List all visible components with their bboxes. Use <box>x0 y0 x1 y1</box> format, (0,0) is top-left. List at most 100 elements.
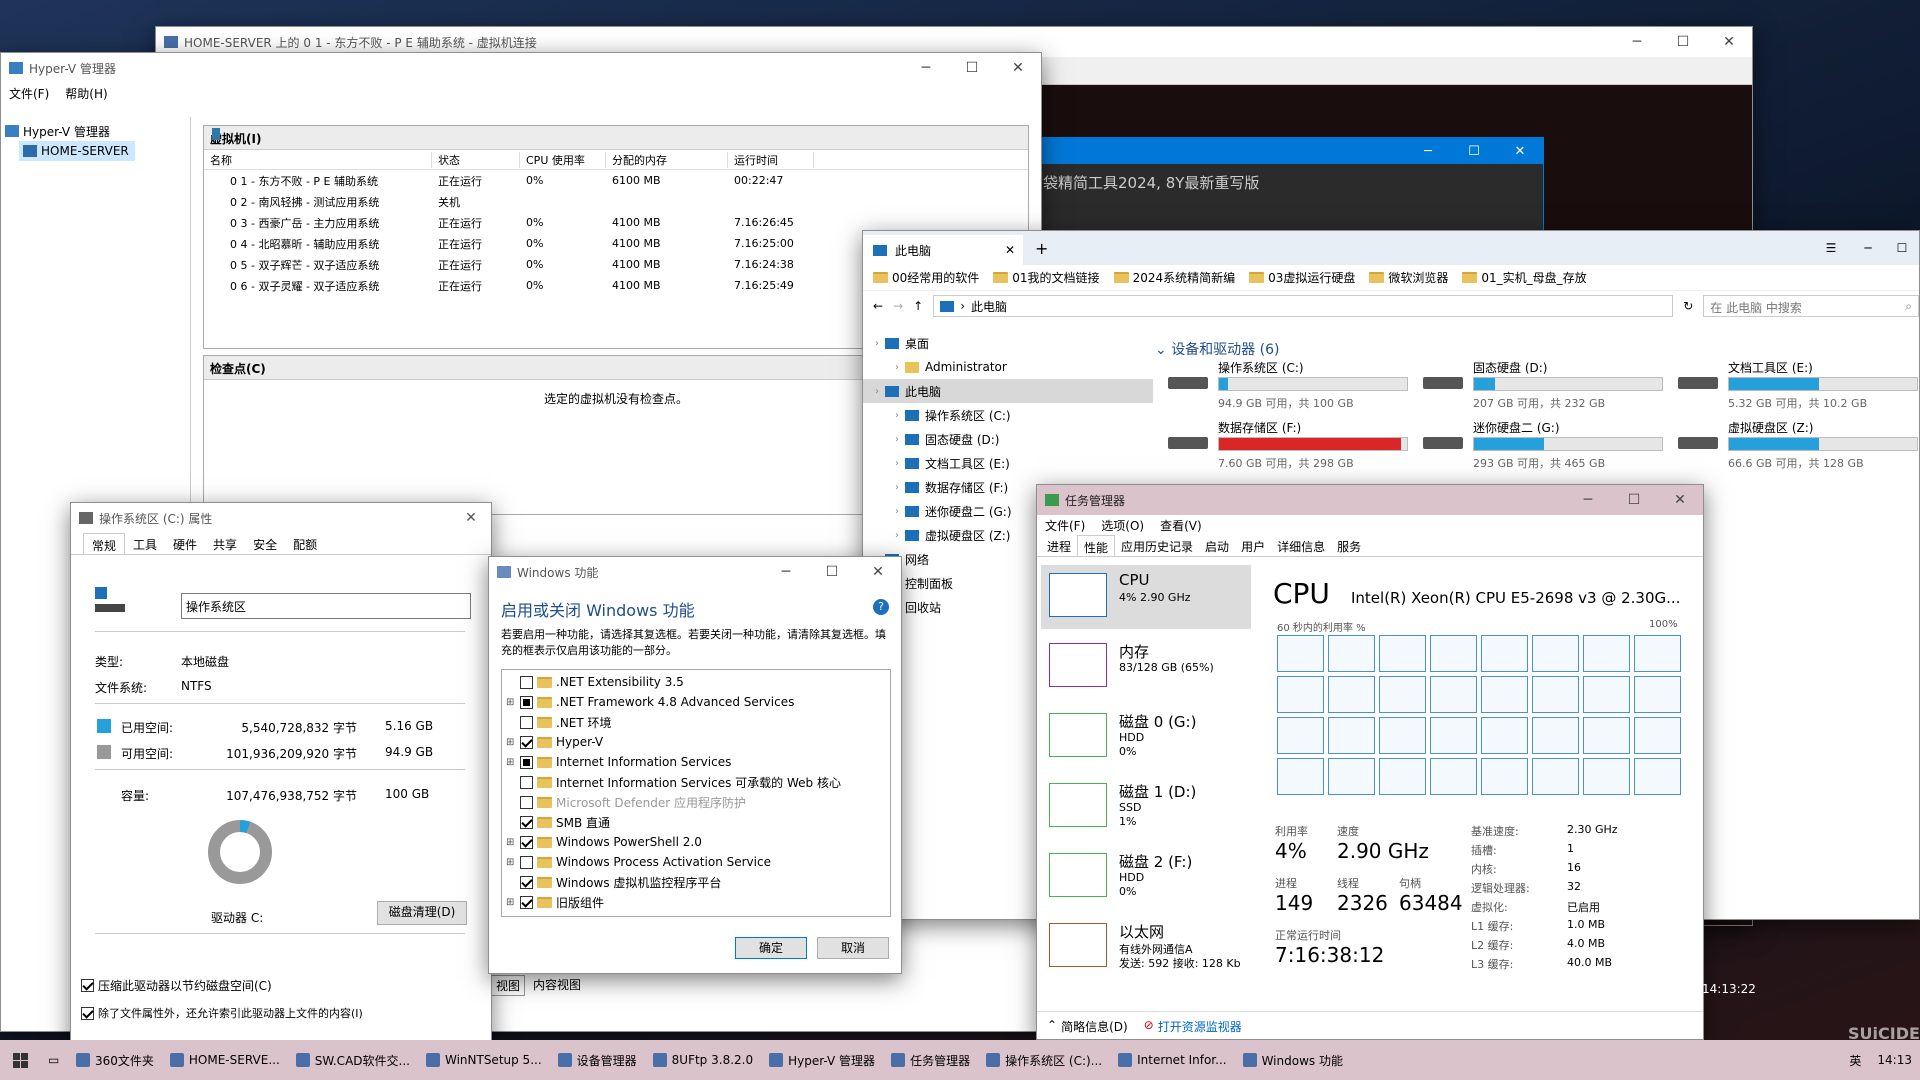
compress-option[interactable]: 压缩此驱动器以节约磁盘空间(C) <box>81 977 272 994</box>
nav-tree-item[interactable]: › 操作系统区 (C:) <box>863 403 1153 427</box>
perf-side-item[interactable]: 磁盘 1 (D:) SSD 1% <box>1041 775 1251 839</box>
cancel-button[interactable]: 取消 <box>817 937 889 959</box>
feature-checkbox[interactable] <box>520 835 533 849</box>
nav-tree-item[interactable]: › Administrator <box>863 355 1153 379</box>
favorite-folder[interactable]: 2024系统精简新编 <box>1113 269 1235 286</box>
perf-side-item[interactable]: 磁盘 2 (F:) HDD 0% <box>1041 845 1251 909</box>
expand-icon[interactable]: ⊞ <box>506 737 516 748</box>
index-checkbox[interactable] <box>81 1006 94 1020</box>
props-tab[interactable]: 工具 <box>125 533 165 554</box>
content-view-tab[interactable]: 内容视图 <box>529 975 585 996</box>
close-icon[interactable]: ✕ <box>995 53 1041 83</box>
refresh-icon[interactable]: ↻ <box>1683 299 1693 313</box>
view-tab[interactable]: 视图 <box>491 975 526 996</box>
minimize-icon[interactable]: ─ <box>1614 27 1660 57</box>
close-icon[interactable]: ✕ <box>1497 144 1543 159</box>
taskbar-app[interactable]: HOME-SERVE... <box>162 1040 288 1080</box>
tree-server-item[interactable]: HOME-SERVER <box>19 141 135 161</box>
maximize-icon[interactable]: ☐ <box>1611 485 1657 515</box>
feature-checkbox[interactable] <box>520 715 533 729</box>
vm-row[interactable]: 0 2 - 南风轻拂 - 测试应用系统 关机 <box>204 128 1028 212</box>
props-tab[interactable]: 配额 <box>285 533 325 554</box>
col-state[interactable]: 状态 <box>432 151 520 168</box>
feature-item[interactable]: ⊞ Internet Information Services <box>502 752 890 772</box>
perf-side-item[interactable]: 以太网 有线外网通信A 发送: 592 接收: 128 Kb <box>1041 915 1251 979</box>
feature-checkbox[interactable] <box>520 895 533 909</box>
taskbar-app[interactable]: SW.CAD软件交... <box>288 1040 418 1080</box>
taskmgr-menu-item[interactable]: 查看(V) <box>1152 517 1210 534</box>
taskbar-clock[interactable]: 14:13 <box>1869 1040 1920 1080</box>
new-tab-icon[interactable]: + <box>1035 239 1048 258</box>
hyperv-menu-item[interactable]: 帮助(H) <box>57 85 115 102</box>
tree-root-item[interactable]: Hyper-V 管理器 <box>5 121 186 141</box>
back-icon[interactable]: ← <box>873 299 883 313</box>
expand-icon[interactable]: ⊞ <box>506 757 516 768</box>
taskmgr-menu-item[interactable]: 选项(O) <box>1093 517 1152 534</box>
nav-tree-item[interactable]: › 此电脑 <box>863 379 1153 403</box>
expand-icon[interactable]: ⊞ <box>506 697 516 708</box>
props-titlebar[interactable]: 操作系统区 (C:) 属性 ✕ <box>71 503 491 533</box>
close-icon[interactable]: ✕ <box>1657 485 1703 515</box>
maximize-icon[interactable]: ☐ <box>1885 241 1919 255</box>
maximize-icon[interactable]: ☐ <box>1660 27 1706 57</box>
feature-checkbox[interactable] <box>520 695 533 709</box>
feature-checkbox[interactable] <box>520 755 533 769</box>
close-icon[interactable]: ✕ <box>1706 27 1752 57</box>
feature-item[interactable]: ⊞ Windows Process Activation Service <box>502 852 890 872</box>
minimize-icon[interactable]: ─ <box>1565 485 1611 515</box>
drive-tile[interactable]: 固态硬盘 (D:) 207 GB 可用，共 232 GB <box>1423 359 1673 415</box>
hyperv-titlebar[interactable]: Hyper-V 管理器 ─ ☐ ✕ <box>1 53 1041 83</box>
taskbar-app[interactable]: 操作系统区 (C:)... <box>978 1040 1110 1080</box>
task-view-button[interactable]: ▭ <box>40 1040 68 1080</box>
taskbar-app[interactable]: Windows 功能 <box>1235 1040 1351 1080</box>
taskbar-app[interactable]: 360文件夹 <box>68 1040 162 1080</box>
taskmgr-titlebar[interactable]: 任务管理器 ─ ☐ ✕ <box>1037 485 1703 515</box>
search-box[interactable]: 在 此电脑 中搜索 ⌕ <box>1703 295 1919 317</box>
col-memory[interactable]: 分配的内存 <box>606 151 728 168</box>
taskbar-app[interactable]: 任务管理器 <box>883 1040 978 1080</box>
drive-tile[interactable]: 操作系统区 (C:) 94.9 GB 可用，共 100 GB <box>1168 359 1418 415</box>
feature-item[interactable]: ⊞ Hyper-V <box>502 732 890 752</box>
col-cpu[interactable]: CPU 使用率 <box>520 151 606 168</box>
favorite-folder[interactable]: 00经常用的软件 <box>873 269 979 286</box>
minimize-icon[interactable]: ─ <box>1851 241 1885 255</box>
feature-checkbox[interactable] <box>520 795 533 809</box>
drive-tile[interactable]: 迷你硬盘二 (G:) 293 GB 可用，共 465 GB <box>1423 419 1673 475</box>
disk-cleanup-button[interactable]: 磁盘清理(D) <box>377 901 467 925</box>
hyperv-menu-item[interactable]: 文件(F) <box>1 85 57 102</box>
minimize-icon[interactable]: ─ <box>763 557 809 587</box>
start-button[interactable] <box>0 1040 40 1080</box>
drive-tile[interactable]: 虚拟硬盘区 (Z:) 66.6 GB 可用，共 128 GB <box>1678 419 1919 475</box>
help-icon[interactable]: ? <box>873 599 889 615</box>
menu-icon[interactable]: ☰ <box>1811 241 1851 255</box>
close-icon[interactable]: ✕ <box>451 510 491 526</box>
expand-icon[interactable]: ⊞ <box>506 837 516 848</box>
explorer-tab[interactable]: 此电脑 ✕ <box>863 235 1023 265</box>
feature-item[interactable]: ⊞ Windows PowerShell 2.0 <box>502 832 890 852</box>
props-tab[interactable]: 共享 <box>205 533 245 554</box>
feature-item[interactable]: ⊞ 旧版组件 <box>502 892 890 912</box>
favorite-folder[interactable]: 03虚拟运行硬盘 <box>1249 269 1355 286</box>
props-tab[interactable]: 硬件 <box>165 533 205 554</box>
perf-side-item[interactable]: 内存 83/128 GB (65%) <box>1041 635 1251 699</box>
taskmgr-menu-item[interactable]: 文件(F) <box>1037 517 1093 534</box>
taskmgr-tab[interactable]: 详细信息 <box>1271 535 1331 556</box>
taskbar-app[interactable]: 8UFtp 3.8.2.0 <box>645 1040 761 1080</box>
favorite-folder[interactable]: 01我的文档链接 <box>993 269 1100 286</box>
expand-icon[interactable]: ⊞ <box>506 897 516 908</box>
taskbar-app[interactable]: Hyper-V 管理器 <box>761 1040 883 1080</box>
expand-icon[interactable]: ⊞ <box>506 857 516 868</box>
taskbar-app[interactable]: 设备管理器 <box>550 1040 645 1080</box>
taskmgr-tab[interactable]: 进程 <box>1041 535 1077 556</box>
address-bar[interactable]: › 此电脑 <box>933 295 1674 317</box>
feature-checkbox[interactable] <box>520 675 533 689</box>
features-titlebar[interactable]: Windows 功能 ─ ☐ ✕ <box>489 557 901 587</box>
close-tab-icon[interactable]: ✕ <box>1005 243 1023 257</box>
ime-indicator[interactable]: 英 <box>1841 1040 1869 1080</box>
feature-item[interactable]: .NET Extensibility 3.5 <box>502 672 890 692</box>
feature-item[interactable]: SMB 直通 <box>502 812 890 832</box>
feature-item[interactable]: Windows 虚拟机监控程序平台 <box>502 872 890 892</box>
favorite-folder[interactable]: 微软浏览器 <box>1369 269 1448 286</box>
nav-tree-item[interactable]: › 固态硬盘 (D:) <box>863 427 1153 451</box>
close-icon[interactable]: ✕ <box>855 557 901 587</box>
